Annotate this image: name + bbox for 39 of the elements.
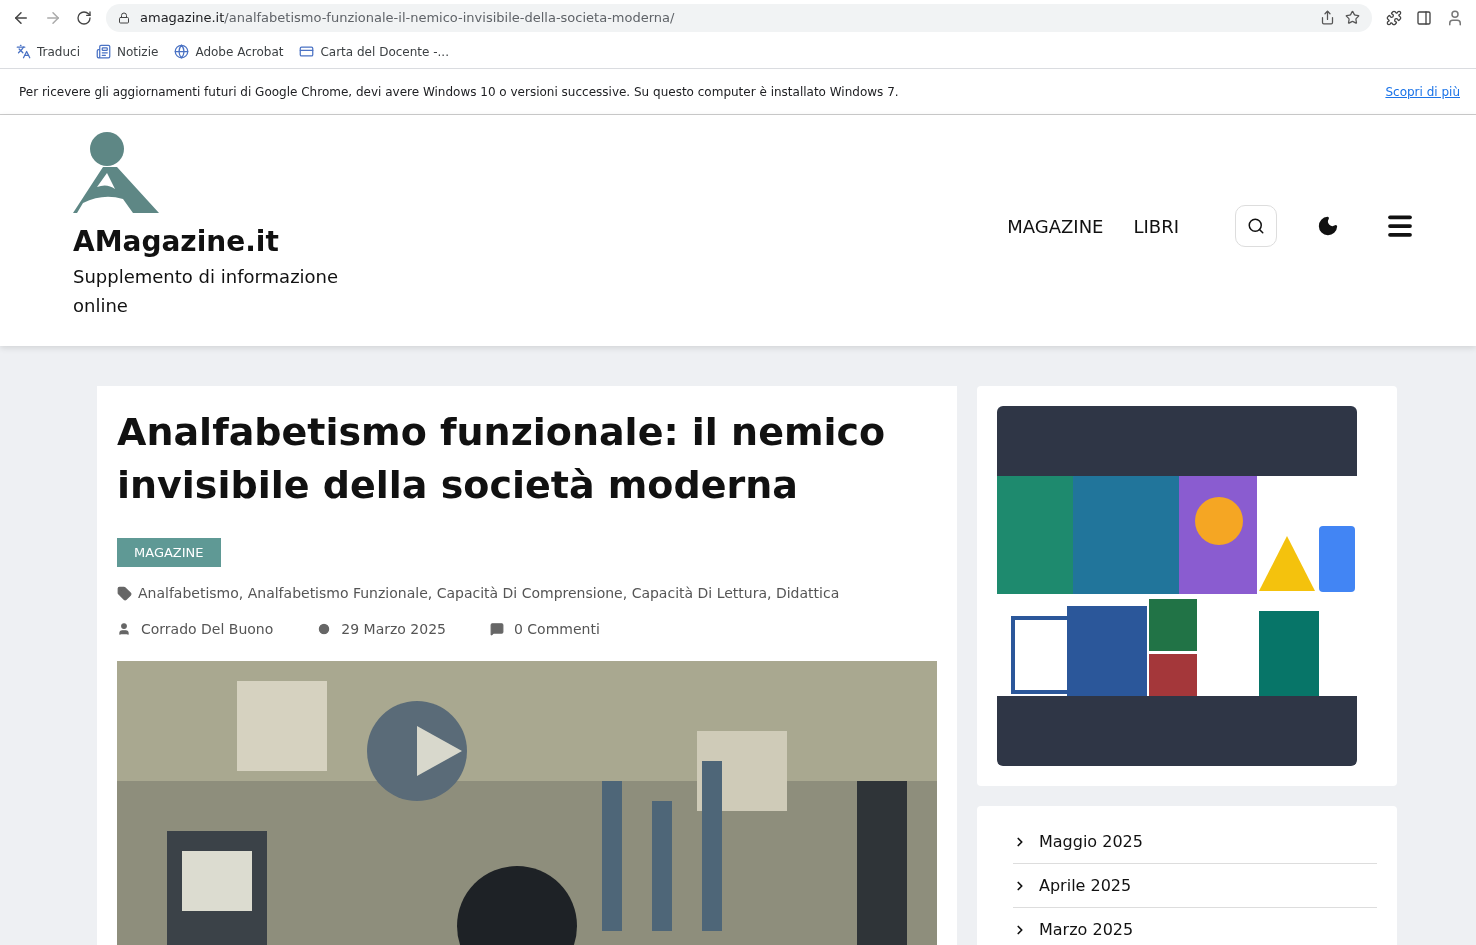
newspaper-icon: [96, 44, 111, 59]
archive-link[interactable]: Maggio 2025: [1013, 820, 1377, 864]
url-path: /analfabetismo-funzionale-il-nemico-invisibile-della-societa-moderna/: [224, 10, 675, 25]
share-icon[interactable]: [1320, 10, 1335, 25]
logo-icon: [73, 131, 159, 213]
site-tagline: Supplemento di informazione online: [73, 265, 340, 318]
author-name[interactable]: Corrado Del Buono: [141, 621, 274, 637]
article-tags[interactable]: Analfabetismo, Analfabetismo Funzionale, Capacità Di Comprensione, Capacità Di Lettura, Didattica: [138, 585, 840, 601]
globe-icon: [174, 44, 190, 59]
address-bar[interactable]: amagazine.it/analfabetismo-funzionale-il-nemico-invisibile-della-societa-moderna/: [106, 3, 1372, 32]
card-icon: [299, 44, 315, 59]
lock-icon: [118, 11, 130, 24]
archive-link[interactable]: Aprile 2025: [1013, 864, 1377, 908]
profile-icon[interactable]: [1446, 8, 1464, 27]
learn-more-link[interactable]: Scopri di più: [1385, 84, 1460, 99]
search-button[interactable]: [1235, 205, 1277, 247]
user-icon: [117, 622, 131, 636]
url-host: amagazine.it: [140, 10, 225, 25]
bookmark[interactable]: Notizie: [96, 44, 159, 59]
reload-icon[interactable]: [76, 9, 92, 26]
bookmark[interactable]: Adobe Acrobat: [174, 44, 284, 59]
translate-icon: [16, 44, 31, 59]
comment-icon: [490, 622, 504, 636]
bookmark[interactable]: Carta del Docente -...: [299, 44, 449, 59]
archive-link[interactable]: Marzo 2025: [1013, 908, 1377, 945]
comment-count[interactable]: 0 Commenti: [514, 621, 600, 637]
moon-icon: [1317, 215, 1339, 237]
update-message: Per ricevere gli aggiornamenti futuri di Google Chrome, devi avere Windows 10 o versioni successive. Su questo computer è installato Windows 7.: [19, 84, 899, 99]
article-title: Analfabetismo funzionale: il nemico invisibile della società moderna: [117, 409, 887, 509]
nav-link[interactable]: MAGAZINE: [1007, 215, 1104, 237]
site-name[interactable]: AMagazine.it: [73, 225, 353, 258]
tags-icon: [117, 585, 132, 601]
post-date: 29 Marzo 2025: [341, 621, 446, 637]
extensions-icon[interactable]: [1386, 9, 1402, 26]
star-icon[interactable]: [1345, 10, 1360, 25]
nav-link[interactable]: LIBRI: [1133, 215, 1179, 237]
side-panel-icon[interactable]: [1416, 9, 1432, 26]
search-icon: [1247, 217, 1265, 235]
bookmark[interactable]: Traduci: [16, 44, 80, 59]
